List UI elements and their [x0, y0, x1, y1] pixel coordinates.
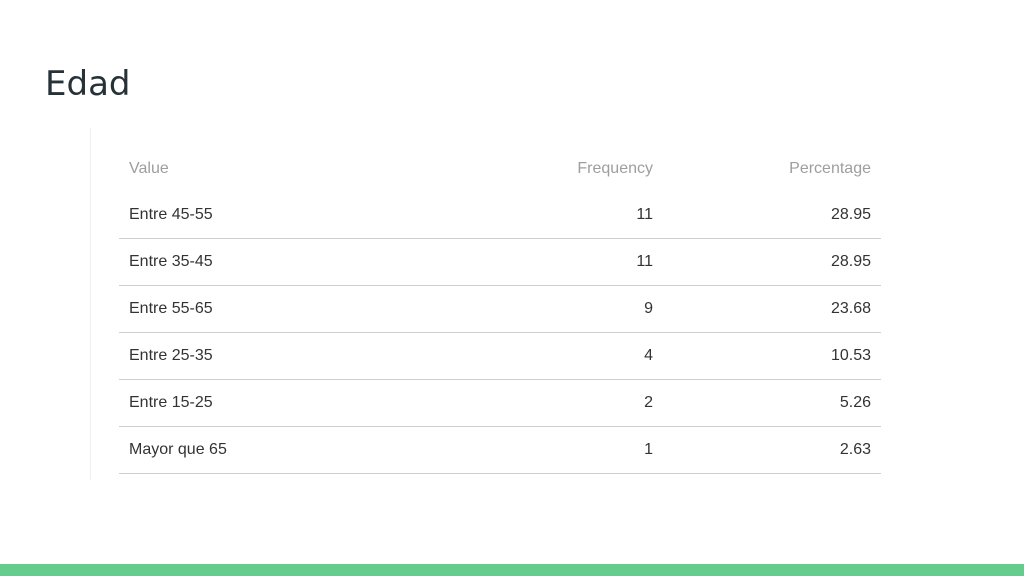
table-row: Entre 35-45 11 28.95: [119, 238, 881, 286]
table-row: Entre 15-25 2 5.26: [119, 379, 881, 427]
cell-percentage: 2.63: [663, 426, 881, 474]
cell-frequency: 2: [399, 379, 663, 427]
cell-value: Entre 35-45: [119, 238, 399, 286]
cell-percentage: 28.95: [663, 192, 881, 239]
header-value: Value: [129, 160, 169, 177]
bottom-accent-bar: [0, 564, 1024, 576]
cell-percentage: 28.95: [663, 238, 881, 286]
table-row: Entre 45-55 11 28.95: [119, 192, 881, 239]
cell-percentage: 23.68: [663, 285, 881, 333]
header-frequency: Frequency: [577, 160, 653, 177]
cell-frequency: 1: [399, 426, 663, 474]
table-row: Entre 55-65 9 23.68: [119, 285, 881, 333]
cell-value: Mayor que 65: [119, 426, 399, 474]
cell-percentage: 10.53: [663, 332, 881, 380]
header-percentage: Percentage: [789, 160, 871, 177]
cell-frequency: 11: [399, 238, 663, 286]
frequency-table-panel: Value Frequency Percentage Entre 45-55 1…: [90, 128, 891, 480]
table-header-row: Value Frequency Percentage: [119, 146, 881, 192]
table-body: Entre 45-55 11 28.95 Entre 35-45 11 28.9…: [119, 192, 881, 474]
slide-title: Edad: [45, 64, 131, 104]
frequency-table: Value Frequency Percentage Entre 45-55 1…: [119, 146, 881, 474]
cell-value: Entre 55-65: [119, 285, 399, 333]
table-header: Value Frequency Percentage: [119, 146, 881, 192]
cell-percentage: 5.26: [663, 379, 881, 427]
cell-value: Entre 15-25: [119, 379, 399, 427]
cell-value: Entre 45-55: [119, 192, 399, 239]
cell-frequency: 9: [399, 285, 663, 333]
cell-value: Entre 25-35: [119, 332, 399, 380]
table-row: Entre 25-35 4 10.53: [119, 332, 881, 380]
cell-frequency: 4: [399, 332, 663, 380]
cell-frequency: 11: [399, 192, 663, 239]
table-row: Mayor que 65 1 2.63: [119, 426, 881, 474]
